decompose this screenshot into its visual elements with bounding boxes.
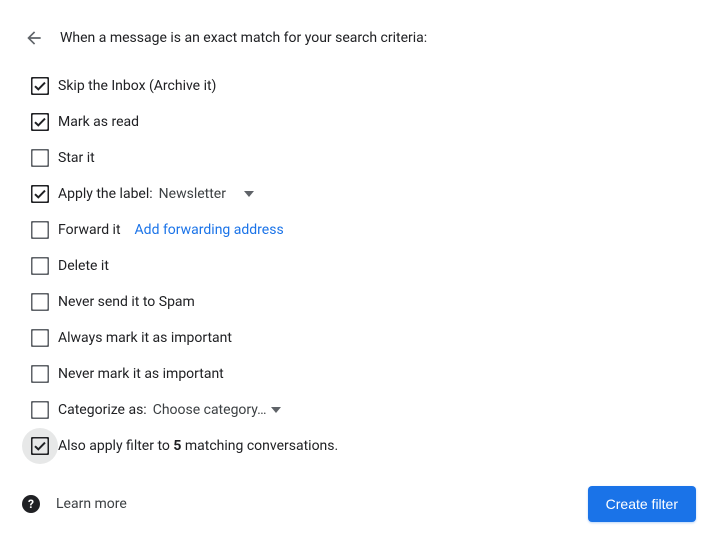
checkbox-never-important[interactable] — [22, 356, 58, 392]
checkbox-checked-icon — [31, 113, 49, 131]
select-value: Choose category… — [153, 402, 267, 418]
checkbox-checked-icon — [31, 185, 49, 203]
select-apply-label[interactable]: Newsletter — [159, 186, 254, 202]
option-row-also-apply: Also apply filter to 5 matching conversa… — [0, 428, 720, 464]
checkbox-always-important[interactable] — [22, 320, 58, 356]
option-label: Delete it — [58, 258, 109, 274]
option-label: Never mark it as important — [58, 366, 224, 382]
option-row-categorize: Categorize as: Choose category… — [0, 392, 720, 428]
checkbox-unchecked-icon — [31, 329, 49, 347]
option-row-never-spam: Never send it to Spam — [0, 284, 720, 320]
option-label: Star it — [58, 150, 95, 166]
create-filter-button[interactable]: Create filter — [588, 486, 696, 522]
checkbox-categorize[interactable] — [22, 392, 58, 428]
arrow-left-icon — [24, 28, 44, 48]
dialog-heading: When a message is an exact match for you… — [60, 30, 427, 46]
checkbox-mark-read[interactable] — [22, 104, 58, 140]
checkbox-unchecked-icon — [31, 221, 49, 239]
checkbox-apply-label[interactable] — [22, 176, 58, 212]
option-label: Mark as read — [58, 114, 139, 130]
checkbox-unchecked-icon — [31, 293, 49, 311]
checkbox-checked-icon — [31, 77, 49, 95]
option-row-always-important: Always mark it as important — [0, 320, 720, 356]
add-forwarding-address-link[interactable]: Add forwarding address — [135, 222, 284, 238]
option-label: Forward it — [58, 222, 121, 238]
option-row-star: Star it — [0, 140, 720, 176]
option-row-skip-inbox: Skip the Inbox (Archive it) — [0, 68, 720, 104]
chevron-down-icon — [244, 191, 254, 197]
checkbox-skip-inbox[interactable] — [22, 68, 58, 104]
option-label: Never send it to Spam — [58, 294, 195, 310]
select-categorize[interactable]: Choose category… — [153, 402, 281, 418]
option-label: Categorize as: — [58, 402, 147, 418]
chevron-down-icon — [271, 407, 281, 413]
option-label: Apply the label: — [58, 186, 153, 202]
checkbox-unchecked-icon — [31, 149, 49, 167]
option-label: Skip the Inbox (Archive it) — [58, 78, 216, 94]
learn-more-link[interactable]: Learn more — [56, 496, 127, 512]
checkbox-unchecked-icon — [31, 257, 49, 275]
checkbox-unchecked-icon — [31, 401, 49, 419]
option-row-mark-read: Mark as read — [0, 104, 720, 140]
checkbox-checked-icon — [31, 437, 49, 455]
select-value: Newsletter — [159, 186, 226, 202]
option-row-apply-label: Apply the label: Newsletter — [0, 176, 720, 212]
option-row-never-important: Never mark it as important — [0, 356, 720, 392]
option-row-delete: Delete it — [0, 248, 720, 284]
checkbox-star[interactable] — [22, 140, 58, 176]
checkbox-also-apply[interactable] — [22, 428, 58, 464]
help-icon[interactable]: ? — [22, 495, 40, 513]
back-button[interactable] — [22, 26, 46, 50]
option-row-forward: Forward it Add forwarding address — [0, 212, 720, 248]
option-label: Always mark it as important — [58, 330, 232, 346]
checkbox-never-spam[interactable] — [22, 284, 58, 320]
option-label: Also apply filter to 5 matching conversa… — [58, 438, 338, 454]
checkbox-forward[interactable] — [22, 212, 58, 248]
checkbox-unchecked-icon — [31, 365, 49, 383]
checkbox-delete[interactable] — [22, 248, 58, 284]
